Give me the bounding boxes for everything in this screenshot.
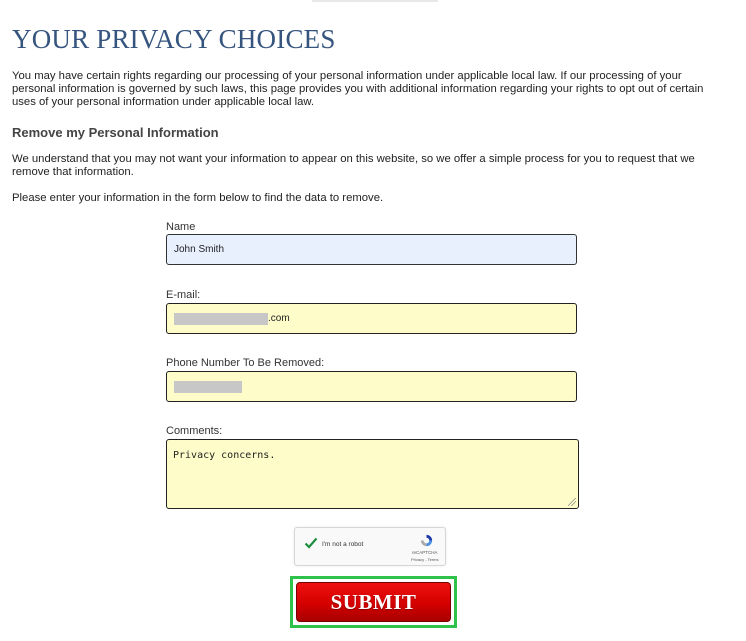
comments-value: Privacy concerns. (173, 450, 276, 461)
section-heading: Remove my Personal Information (12, 125, 219, 140)
understand-paragraph: We understand that you may not want your… (12, 153, 695, 179)
email-input[interactable]: .com (166, 303, 577, 334)
top-divider (312, 0, 438, 2)
recaptcha-brand: reCAPTCHA (412, 550, 438, 555)
name-input[interactable]: John Smith (166, 234, 577, 265)
name-input-value: John Smith (174, 244, 225, 255)
recaptcha-widget[interactable]: I'm not a robot reCAPTCHA Privacy - Term… (294, 527, 446, 566)
submit-button[interactable]: SUBMIT (296, 582, 451, 622)
name-label: Name (166, 221, 196, 233)
recaptcha-label: I'm not a robot (322, 541, 364, 548)
recaptcha-logo-icon (420, 534, 433, 547)
intro-paragraph: You may have certain rights regarding ou… (12, 70, 704, 109)
phone-input[interactable] (166, 371, 577, 402)
instructions-paragraph: Please enter your information in the for… (12, 192, 384, 204)
page-title: YOUR PRIVACY CHOICES (12, 24, 336, 54)
email-redaction (174, 312, 268, 325)
comments-textarea[interactable]: Privacy concerns. (166, 439, 579, 509)
checkmark-icon[interactable] (304, 536, 318, 550)
recaptcha-terms-link[interactable]: Privacy - Terms (411, 557, 438, 562)
comments-label: Comments: (166, 425, 223, 437)
resize-handle-icon[interactable] (568, 498, 576, 506)
phone-label: Phone Number To Be Removed: (166, 357, 325, 369)
email-label: E-mail: (166, 289, 201, 301)
submit-button-highlight: SUBMIT (290, 576, 457, 628)
email-input-value: .com (268, 313, 290, 324)
phone-redaction (174, 380, 242, 393)
